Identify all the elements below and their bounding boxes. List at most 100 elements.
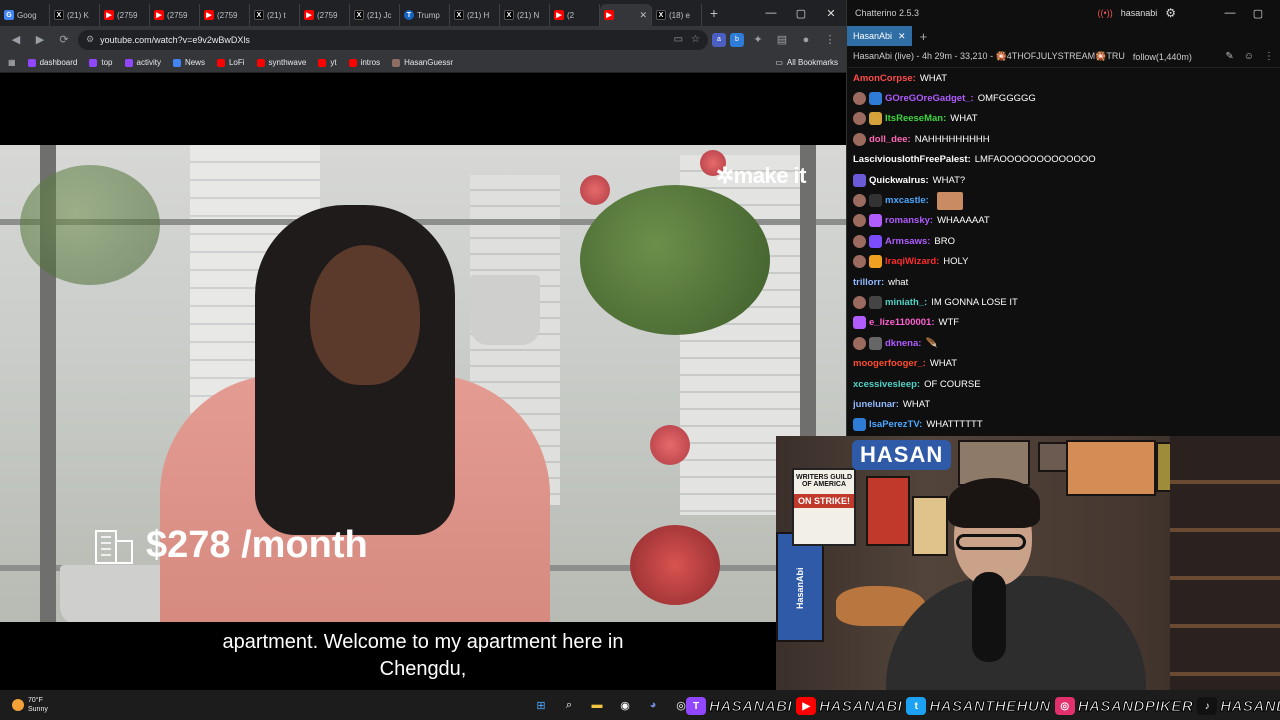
obs-icon[interactable]: ◉	[614, 694, 636, 716]
back-button[interactable]: ◀	[6, 30, 26, 50]
chat-messages[interactable]: AmonCorpse: WHAT GOreGOreGadget_: OMFGGGGG I…	[847, 68, 1280, 435]
bookmark-item[interactable]: yt	[318, 58, 337, 67]
extensions-puzzle-icon[interactable]: ✦	[748, 30, 768, 50]
chat-username[interactable]: doll_dee:	[869, 134, 911, 145]
new-tab-button[interactable]: +	[702, 5, 726, 21]
maximize-button[interactable]: ▢	[786, 0, 816, 26]
browser-tab[interactable]: ▶ ✕	[600, 4, 652, 26]
close-button[interactable]: ✕	[816, 0, 846, 26]
browser-tab[interactable]: ▶ (2	[550, 4, 600, 26]
chat-message[interactable]: Armsaws: BRO	[853, 231, 1274, 251]
forward-button[interactable]: ▶	[30, 30, 50, 50]
browser-tab[interactable]: T Trump	[400, 4, 450, 26]
apps-grid-icon[interactable]: ▦	[8, 58, 16, 67]
bookmark-item[interactable]: HasanGuessr	[392, 58, 453, 67]
minimize-button[interactable]: —	[756, 0, 786, 26]
chat-username[interactable]: miniath_:	[885, 297, 927, 308]
chat-message[interactable]: trillorr: what	[853, 272, 1274, 292]
browser-tab[interactable]: G Goog	[0, 4, 50, 26]
menu-kebab-icon[interactable]: ⋮	[820, 30, 840, 50]
users-icon[interactable]: ☺	[1244, 51, 1254, 62]
browser-tab[interactable]: ▶ (2759	[300, 4, 350, 26]
chat-message[interactable]: GOreGOreGadget_: OMFGGGGG	[853, 88, 1274, 108]
chat-message[interactable]: ItsReeseMan: WHAT	[853, 109, 1274, 129]
account-switcher[interactable]: ((•)) hasanabi ⚙	[1098, 6, 1176, 20]
close-icon[interactable]: ✕	[898, 31, 906, 42]
browser-tab[interactable]: X (21) Jc	[350, 4, 400, 26]
chat-message[interactable]: junelunar: WHAT	[853, 394, 1274, 414]
settings-gear-icon[interactable]: ⚙	[1165, 6, 1176, 20]
browser-tab[interactable]: X (21) t	[250, 4, 300, 26]
minimize-button[interactable]: —	[1216, 7, 1244, 20]
site-info-icon[interactable]: ⚙	[86, 34, 94, 45]
menu-kebab-icon[interactable]: ⋮	[1264, 51, 1274, 62]
browser-tab[interactable]: ▶ (2759	[100, 4, 150, 26]
bookmark-item[interactable]: activity	[124, 58, 161, 67]
chat-username[interactable]: GOreGOreGadget_:	[885, 93, 974, 104]
browser-tab[interactable]: X (21) H	[450, 4, 500, 26]
chat-text: WHAT	[950, 113, 978, 125]
bookmarks-bar: ▦ dashboard top activity News LoFi synthwave y…	[0, 53, 846, 73]
browser-tab[interactable]: ▶ (2759	[200, 4, 250, 26]
chat-username[interactable]: mxcastle:	[885, 195, 929, 206]
chat-message[interactable]: doll_dee: NAHHHHHHHHH	[853, 129, 1274, 149]
extension-icon[interactable]: a	[712, 32, 726, 47]
bookmark-item[interactable]: top	[89, 58, 113, 67]
chat-message[interactable]: moogerfooger_: WHAT	[853, 353, 1274, 373]
chat-username[interactable]: romansky:	[885, 215, 933, 226]
chat-message[interactable]: AmonCorpse: WHAT	[853, 68, 1274, 88]
address-bar[interactable]: ⚙ youtube.com/watch?v=e9v2wBwDXls ▭ ☆	[78, 29, 708, 50]
chat-username[interactable]: moogerfooger_:	[853, 358, 926, 369]
chat-username[interactable]: IsaPerezTV:	[869, 419, 922, 430]
chat-message[interactable]: miniath_: IM GONNA LOSE IT	[853, 292, 1274, 312]
bookmark-favicon-icon	[27, 58, 36, 67]
bookmark-item[interactable]: dashboard	[27, 58, 77, 67]
chat-username[interactable]: AmonCorpse:	[853, 73, 916, 84]
chat-username[interactable]: xcessivesleep:	[853, 379, 920, 390]
chat-username[interactable]: LasciviousIothFreePalest:	[853, 154, 971, 165]
bookmark-item[interactable]: intros	[348, 58, 380, 67]
extension-icon[interactable]: b	[730, 32, 744, 47]
tab-hasanabi[interactable]: HasanAbi ✕	[847, 26, 912, 46]
chat-message[interactable]: mxcastle:	[853, 190, 1274, 210]
all-bookmarks-button[interactable]: ▭ All Bookmarks	[775, 58, 838, 67]
chat-message[interactable]: romansky: WHAAAAAT	[853, 211, 1274, 231]
cast-icon[interactable]: ▭	[674, 34, 683, 45]
chat-message[interactable]: IsaPerezTV: WHATTTTTT	[853, 415, 1274, 435]
browser-tab[interactable]: X (21) K	[50, 4, 100, 26]
bookmark-item[interactable]: synthwave	[256, 58, 306, 67]
chat-username[interactable]: e_lize1100001:	[869, 317, 935, 328]
bookmark-item[interactable]: LoFi	[216, 58, 245, 67]
chat-username[interactable]: ItsReeseMan:	[885, 113, 946, 124]
browser-tab[interactable]: X (21) N	[500, 4, 550, 26]
bookmark-item[interactable]: News	[172, 58, 205, 67]
chat-username[interactable]: Armsaws:	[885, 236, 930, 247]
chat-username[interactable]: dknena:	[885, 338, 921, 349]
browser-tab[interactable]: X (18) e	[652, 4, 702, 26]
search-icon[interactable]: ⌕	[558, 694, 580, 716]
chat-message[interactable]: dknena: 🪶	[853, 333, 1274, 353]
chat-message[interactable]: LasciviousIothFreePalest: LMFAOOOOOOOOOOO…	[853, 150, 1274, 170]
sidepanel-icon[interactable]: ▤	[772, 30, 792, 50]
start-icon[interactable]: ⊞	[530, 694, 552, 716]
profile-icon[interactable]: ●	[796, 30, 816, 50]
chat-message[interactable]: xcessivesleep: OF COURSE	[853, 374, 1274, 394]
bookmark-star-icon[interactable]: ☆	[691, 34, 700, 45]
weather-widget[interactable]: 70°F Sunny	[0, 696, 120, 714]
maximize-button[interactable]: ▢	[1244, 7, 1272, 20]
browser-tab[interactable]: ▶ (2759	[150, 4, 200, 26]
chat-username[interactable]: trillorr:	[853, 277, 884, 288]
file-explorer-icon[interactable]: ▬	[586, 694, 608, 716]
chat-message[interactable]: IraqiWizard: HOLY	[853, 252, 1274, 272]
discord-icon[interactable]: ◕	[642, 694, 664, 716]
close-icon[interactable]: ✕	[639, 10, 647, 21]
video-player[interactable]: ✲make it $278 /month	[0, 145, 846, 622]
chat-username[interactable]: IraqiWizard:	[885, 256, 939, 267]
chat-username[interactable]: Quickwalrus:	[869, 175, 929, 186]
chat-message[interactable]: Quickwalrus: WHAT?	[853, 170, 1274, 190]
chat-message[interactable]: e_lize1100001: WTF	[853, 313, 1274, 333]
reload-button[interactable]: ⟳	[54, 30, 74, 50]
add-tab-button[interactable]: +	[912, 29, 936, 44]
chat-username[interactable]: junelunar:	[853, 399, 899, 410]
pencil-icon[interactable]: ✎	[1225, 51, 1233, 62]
